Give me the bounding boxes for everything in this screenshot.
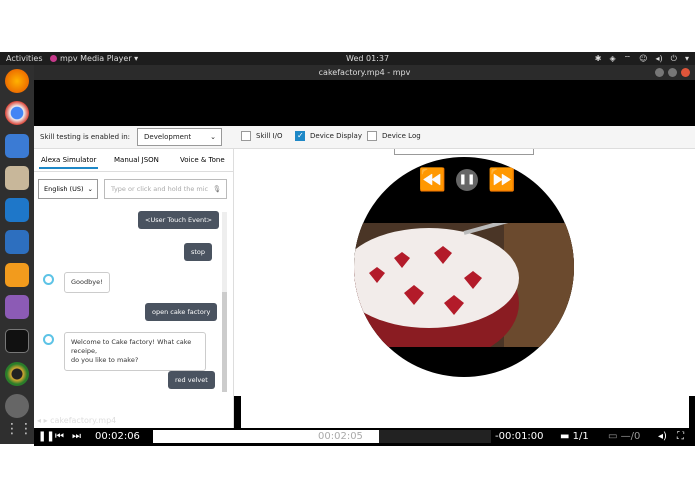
firefox-icon[interactable] xyxy=(5,69,29,93)
scrollbar-thumb[interactable] xyxy=(222,292,227,392)
language-value: English (US) xyxy=(44,185,84,193)
user-message: stop xyxy=(184,243,213,261)
utterance-input[interactable]: Type or click and hold the mic 🎙 xyxy=(104,179,227,199)
chevron-down-icon: ⌄ xyxy=(87,185,93,193)
rewind-icon[interactable]: ⏪ xyxy=(419,168,446,193)
checkbox-label: Skill I/O xyxy=(256,132,283,140)
close-button[interactable] xyxy=(681,68,690,77)
accessibility-icon[interactable]: ☺ xyxy=(639,52,647,65)
mic-icon[interactable]: 🎙 xyxy=(213,180,221,198)
device-log-checkbox[interactable]: Device Log xyxy=(367,131,421,141)
user-message: red velvet xyxy=(168,371,215,389)
app-icon[interactable] xyxy=(5,295,29,319)
chevron-down-icon[interactable]: ▾ xyxy=(685,52,689,65)
mail-icon[interactable] xyxy=(5,134,29,158)
activities-button[interactable]: Activities xyxy=(6,52,43,65)
window-title-bar: cakefactory.mp4 - mpv xyxy=(34,65,695,80)
utterance-placeholder: Type or click and hold the mic xyxy=(111,185,209,193)
alexa-message: Welcome to Cake factory! What cake recei… xyxy=(64,332,206,371)
obs-icon[interactable] xyxy=(5,362,29,386)
skill-io-checkbox[interactable]: Skill I/O xyxy=(241,131,283,141)
checkbox-label: Device Display xyxy=(310,132,362,140)
seek-hover-time: 00:02:05 xyxy=(318,431,363,442)
system-top-bar: Activities mpv Media Player ▾ Wed 01:37 … xyxy=(0,52,695,65)
sim-top-bar: Skill testing is enabled in: Development… xyxy=(34,126,695,149)
alexa-icon xyxy=(43,274,54,285)
user-message: <User Touch Event> xyxy=(138,211,220,229)
checkbox-box[interactable] xyxy=(367,131,377,141)
checkbox-label: Device Log xyxy=(382,132,421,140)
sublime-icon[interactable] xyxy=(5,263,29,287)
mpv-app-icon xyxy=(50,55,57,62)
window-title: cakefactory.mp4 - mpv xyxy=(318,68,411,77)
simulator-tabs: Alexa Simulator Manual JSON Voice & Tone xyxy=(34,149,234,171)
fast-forward-icon[interactable]: ⏩ xyxy=(488,168,515,193)
skill-testing-label: Skill testing is enabled in: xyxy=(40,133,131,141)
skip-forward-icon[interactable]: ⏭ xyxy=(72,431,81,442)
tab-alexa-simulator[interactable]: Alexa Simulator xyxy=(38,156,99,169)
video-frame[interactable]: Skill testing is enabled in: Development… xyxy=(34,126,695,446)
pause-icon[interactable]: ❚❚ xyxy=(456,169,478,191)
next-file-icon[interactable]: ▸ xyxy=(44,416,48,425)
alexa-message-line: do you like to make? xyxy=(71,356,139,364)
remaining-time[interactable]: -00:01:00 xyxy=(495,431,544,442)
power-icon[interactable]: ⏻ xyxy=(671,52,677,65)
subtitle-track[interactable]: ▬ 1/1 xyxy=(560,431,589,442)
device-display-checkbox[interactable]: Device Display xyxy=(295,131,362,141)
audio-value: —/0 xyxy=(620,431,641,442)
terminal-icon[interactable] xyxy=(5,329,29,353)
stage-value: Development xyxy=(144,133,192,141)
maximize-button[interactable] xyxy=(668,68,677,77)
alexa-message-line: Welcome to Cake factory! What cake recei… xyxy=(71,338,192,355)
checkbox-box[interactable] xyxy=(241,131,251,141)
show-apps-icon[interactable]: ⋮⋮ xyxy=(5,417,33,441)
chevron-down-icon: ⌄ xyxy=(210,133,216,141)
tab-divider xyxy=(34,171,234,172)
display-frame-edge xyxy=(394,149,534,155)
fullscreen-icon[interactable]: ⛶ xyxy=(677,431,684,442)
tab-voice-tone[interactable]: Voice & Tone xyxy=(180,156,225,164)
simulator-panel: Alexa Simulator Manual JSON Voice & Tone… xyxy=(34,149,234,446)
system-tray[interactable]: ✱ ◈ ⌔ ☺ ◂) ⏻ ▾ xyxy=(595,52,689,65)
app2-icon[interactable] xyxy=(5,394,29,418)
seek-bar[interactable]: 00:02:05 xyxy=(153,430,491,443)
prev-file-icon[interactable]: ◂ xyxy=(37,416,41,425)
clock[interactable]: Wed 01:37 xyxy=(346,52,389,65)
app-menu[interactable]: mpv Media Player ▾ xyxy=(50,52,138,65)
cake-illustration xyxy=(354,223,574,347)
elapsed-time[interactable]: 00:02:06 xyxy=(95,431,140,442)
files-icon[interactable] xyxy=(5,166,29,190)
audio-track[interactable]: ▭ —/0 xyxy=(608,431,640,442)
settings-icon[interactable]: ✱ xyxy=(595,52,602,65)
filename: cakefactory.mp4 xyxy=(50,416,117,425)
wifi-icon[interactable]: ⌔ xyxy=(624,52,632,65)
echo-spot-display: ⏪ ❚❚ ⏩ xyxy=(354,157,574,377)
cake-image xyxy=(354,223,574,347)
chromium-icon[interactable] xyxy=(5,101,29,125)
alexa-icon xyxy=(43,334,54,345)
skip-back-icon[interactable]: ⏮ xyxy=(55,431,64,442)
app-menu-label: mpv Media Player xyxy=(60,54,132,63)
file-title: ◂ ▸ cakefactory.mp4 xyxy=(37,416,116,425)
checkbox-box[interactable] xyxy=(295,131,305,141)
tab-manual-json[interactable]: Manual JSON xyxy=(114,156,159,164)
device-display-panel: ⏪ ❚❚ ⏩ xyxy=(241,149,689,446)
vscode-icon[interactable] xyxy=(5,198,29,222)
minimize-button[interactable] xyxy=(655,68,664,77)
dock: ⋮⋮ xyxy=(0,65,34,444)
stage-select[interactable]: Development ⌄ xyxy=(137,128,222,146)
chat-scrollbar[interactable] xyxy=(222,212,227,392)
playback-controls: ⏪ ❚❚ ⏩ xyxy=(354,165,574,195)
network-icon[interactable]: ◈ xyxy=(609,52,615,65)
alexa-message: Goodbye! xyxy=(64,272,110,293)
volume-icon[interactable]: ◂) xyxy=(656,52,663,65)
user-message: open cake factory xyxy=(145,303,218,321)
subtitle-value: 1/1 xyxy=(572,431,589,442)
language-select[interactable]: English (US) ⌄ xyxy=(38,179,98,199)
play-pause-button[interactable]: ❚❚ xyxy=(38,431,55,442)
wireshark-icon[interactable] xyxy=(5,230,29,254)
volume-icon[interactable]: ◂) xyxy=(658,431,667,442)
